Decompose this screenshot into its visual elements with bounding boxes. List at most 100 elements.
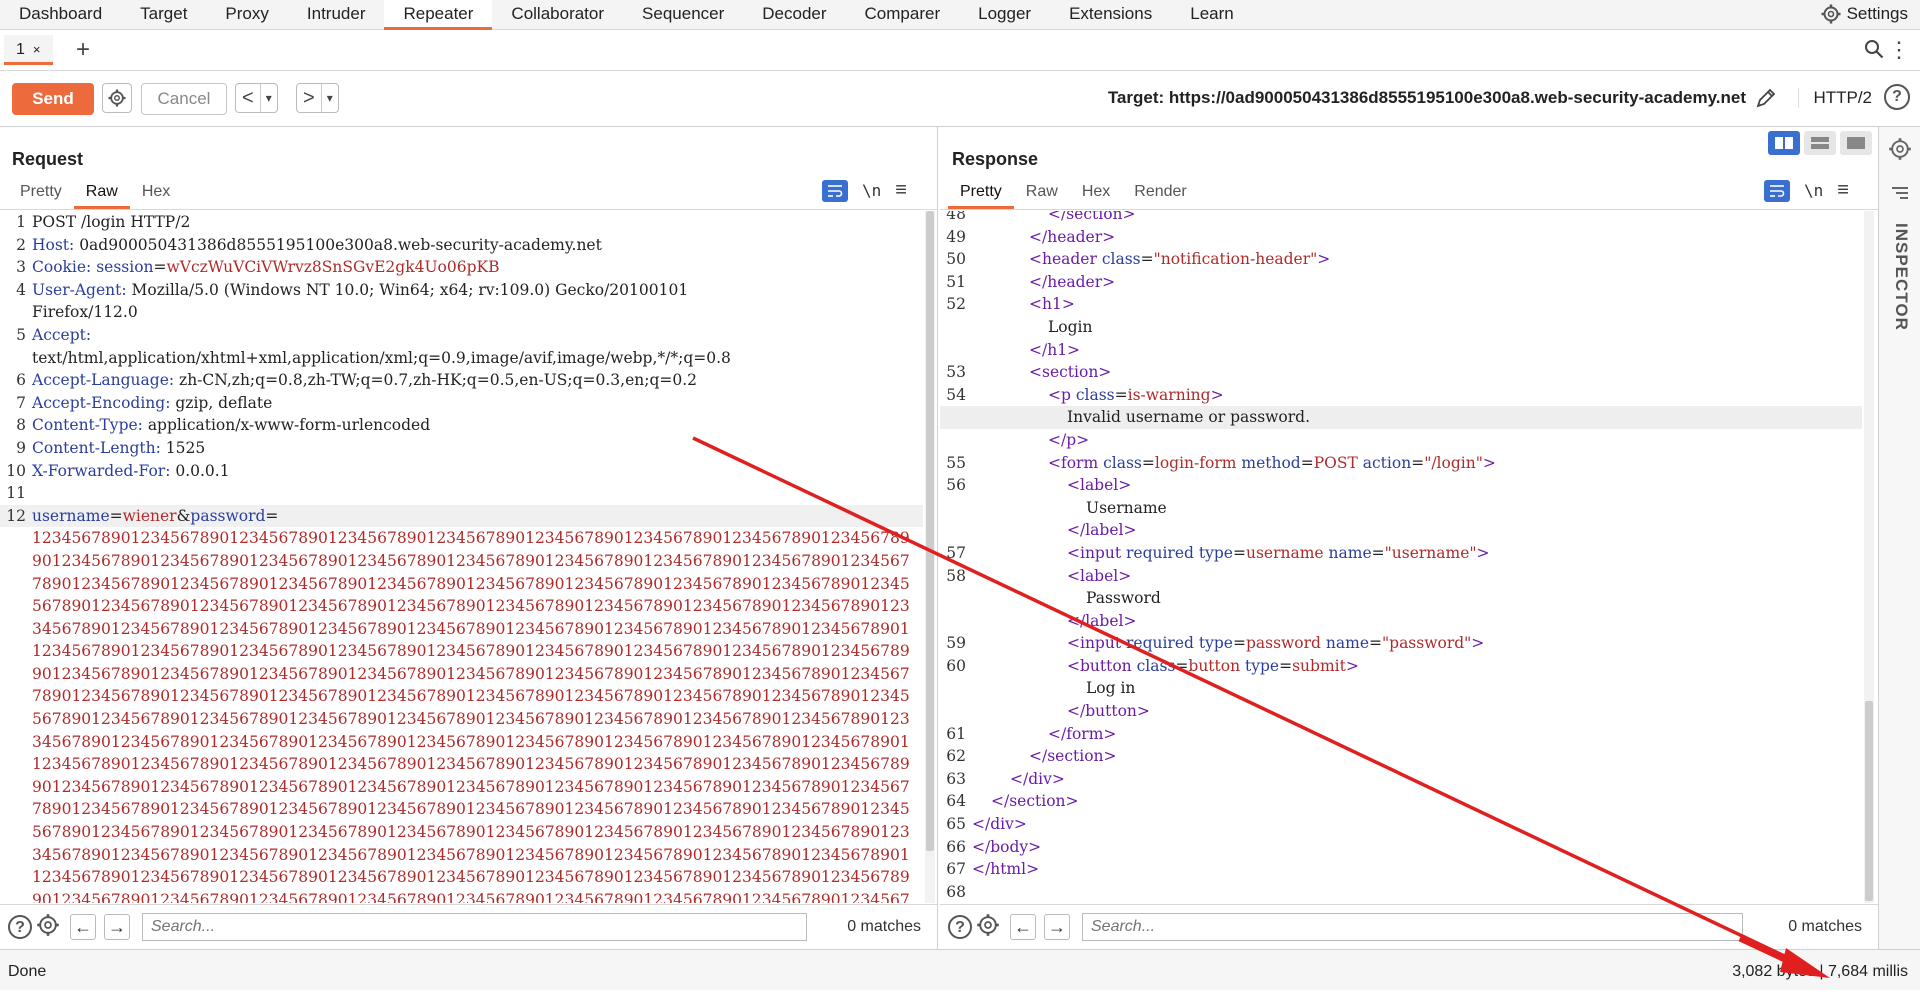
newline-toggle[interactable]: \n [1804,181,1823,200]
nav-tab-decoder[interactable]: Decoder [743,0,845,29]
code-token: Content-Length: [32,438,161,457]
code-token: </div> [1010,769,1065,788]
request-tab-pretty[interactable]: Pretty [8,177,74,207]
nav-tab-learn[interactable]: Learn [1171,0,1252,29]
split-horizontal-icon[interactable] [1768,131,1800,155]
help-icon[interactable]: ? [948,915,972,939]
repeater-tab-1[interactable]: 1 × [4,35,53,65]
next-match-button[interactable]: → [104,914,130,940]
request-tab-hex[interactable]: Hex [130,177,182,207]
send-button[interactable]: Send [12,83,94,115]
nav-tab-collaborator[interactable]: Collaborator [492,0,623,29]
add-tab-button[interactable]: + [76,35,90,65]
layout-toggle [1768,131,1872,155]
back-dropdown[interactable]: ▾ [259,84,277,112]
code-token: class [1098,453,1142,472]
code-token: Invalid username or password. [1067,408,1311,427]
response-line: 52 <h1> [940,293,1862,316]
password-value: 3456789012345678901234567890123456789012… [32,845,910,864]
response-tab-render[interactable]: Render [1122,177,1198,207]
cancel-button[interactable]: Cancel [141,83,227,115]
nav-tab-extensions[interactable]: Extensions [1050,0,1171,29]
nav-tab-intruder[interactable]: Intruder [288,0,385,29]
edit-target-icon[interactable] [1754,86,1778,115]
response-tab-pretty[interactable]: Pretty [948,177,1014,209]
forward-button[interactable]: > [297,87,321,110]
line-number: 8 [16,416,26,435]
single-pane-icon[interactable] [1840,131,1872,155]
nav-tab-dashboard[interactable]: Dashboard [0,0,121,29]
previous-match-button[interactable]: ← [1010,914,1036,940]
gear-icon[interactable] [1888,137,1912,166]
line-number: 67 [946,860,966,879]
help-icon[interactable]: ? [8,915,32,939]
send-settings-button[interactable] [102,83,132,113]
inspector-sidebar[interactable]: INSPECTOR [1878,127,1920,949]
line-number: 3 [16,258,26,277]
search-icon[interactable] [1864,39,1884,64]
target-url: Target: https://0ad900050431386d85551951… [1107,88,1746,107]
nav-tab-sequencer[interactable]: Sequencer [623,0,743,29]
forward-dropdown[interactable]: ▾ [320,84,338,112]
back-button[interactable]: < [236,87,260,110]
request-scrollbar[interactable] [925,211,935,903]
main-nav: Dashboard Target Proxy Intruder Repeater Coll… [0,0,1920,30]
line-number: 61 [946,724,966,743]
help-icon[interactable]: ? [1884,84,1910,110]
previous-match-button[interactable]: ← [70,914,96,940]
password-value: 3456789012345678901234567890123456789012… [32,619,910,638]
close-icon[interactable]: × [33,42,41,57]
request-line: 3 Cookie: session=wVczWuVCiVWrvz8SnSGvE2g… [0,256,923,279]
nav-tab-repeater[interactable]: Repeater [384,0,493,30]
code-token: gzip, deflate [170,393,273,412]
nav-tab-target[interactable]: Target [121,0,206,29]
request-editor[interactable]: 1 POST /login HTTP/2 2 Host: 0ad90005043138… [0,211,923,903]
history-forward-group[interactable]: > ▾ [296,83,339,113]
request-tab-raw[interactable]: Raw [73,177,130,209]
line-number: 60 [946,656,966,675]
inspector-list-icon[interactable] [1890,185,1910,206]
split-vertical-icon[interactable] [1804,131,1836,155]
settings-button[interactable]: Settings [1821,0,1908,28]
response-scrollbar[interactable] [1864,211,1874,903]
code-token: Accept-Encoding: [32,393,171,412]
request-line: 1234567890123456789012345678901234567890… [0,640,923,663]
line-number: 5 [16,325,26,344]
line-number: 62 [946,747,966,766]
password-value: 1234567890123456789012345678901234567890… [32,755,910,774]
word-wrap-icon[interactable] [1764,179,1790,202]
word-wrap-icon[interactable] [822,179,848,202]
password-value: 7890123456789012345678901234567890123456… [32,574,910,593]
response-search-input[interactable] [1082,913,1743,941]
nav-tab-comparer[interactable]: Comparer [846,0,960,29]
line-number: 4 [16,280,26,299]
newline-toggle[interactable]: \n [862,181,881,200]
nav-tab-logger[interactable]: Logger [959,0,1050,29]
response-tab-hex[interactable]: Hex [1070,177,1122,207]
code-token: Accept: [32,325,92,344]
response-editor[interactable]: 48 </section> 49 </header> 50 <header class="… [940,211,1862,903]
more-options-icon[interactable]: ⋮ [1888,35,1910,65]
history-back-group[interactable]: < ▾ [235,83,278,113]
line-number: 7 [16,393,26,412]
response-tab-raw[interactable]: Raw [1014,177,1070,207]
editor-menu-icon[interactable]: ≡ [895,179,907,202]
gear-icon[interactable] [976,913,1000,942]
response-line: 60 <button class=button type=submit> [940,655,1862,678]
code-token: <button [1067,656,1132,675]
next-match-button[interactable]: → [1044,914,1070,940]
code-token: = [1279,656,1293,675]
request-search-input[interactable] [142,913,807,941]
code-token: </form> [1048,724,1117,743]
code-token: </label> [1067,521,1137,540]
gear-icon[interactable] [36,913,60,942]
request-line: 1234567890123456789012345678901234567890… [0,527,923,550]
password-value: 5678901234567890123456789012345678901234… [32,823,910,842]
request-view-tabs: Pretty Raw Hex [8,177,182,209]
request-title: Request [12,149,84,169]
nav-tab-proxy[interactable]: Proxy [206,0,287,29]
response-editor-icons: \n ≡ [1764,179,1849,202]
editor-menu-icon[interactable]: ≡ [1837,179,1849,202]
request-line: 5678901234567890123456789012345678901234… [0,708,923,731]
protocol-label[interactable]: HTTP/2 [1798,88,1872,108]
